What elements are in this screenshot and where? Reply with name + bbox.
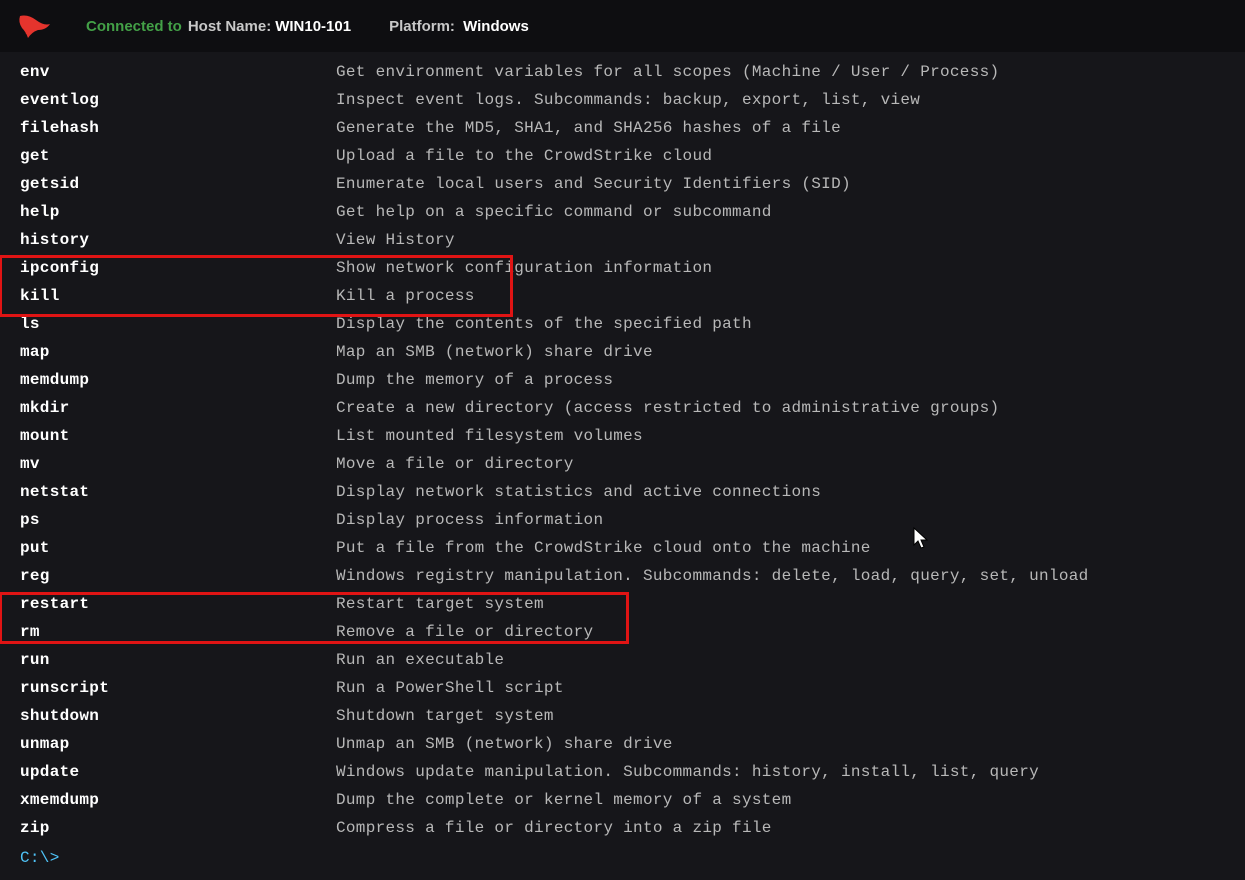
command-name: history: [20, 226, 336, 254]
command-name: runscript: [20, 674, 336, 702]
command-row: xmemdumpDump the complete or kernel memo…: [20, 786, 1245, 814]
command-row: mvMove a file or directory: [20, 450, 1245, 478]
command-name: put: [20, 534, 336, 562]
command-description: Put a file from the CrowdStrike cloud on…: [336, 534, 871, 562]
platform-value: Windows: [463, 18, 529, 35]
command-description: Shutdown target system: [336, 702, 554, 730]
command-row: filehashGenerate the MD5, SHA1, and SHA2…: [20, 114, 1245, 142]
command-row: shutdownShutdown target system: [20, 702, 1245, 730]
command-row: runscriptRun a PowerShell script: [20, 674, 1245, 702]
command-row: historyView History: [20, 226, 1245, 254]
command-description: Remove a file or directory: [336, 618, 593, 646]
command-name: env: [20, 58, 336, 86]
command-row: putPut a file from the CrowdStrike cloud…: [20, 534, 1245, 562]
command-description: Display the contents of the specified pa…: [336, 310, 752, 338]
command-name: getsid: [20, 170, 336, 198]
command-name: unmap: [20, 730, 336, 758]
command-description: Run a PowerShell script: [336, 674, 564, 702]
command-row: unmapUnmap an SMB (network) share drive: [20, 730, 1245, 758]
command-row: memdumpDump the memory of a process: [20, 366, 1245, 394]
command-row: zipCompress a file or directory into a z…: [20, 814, 1245, 842]
command-row: getUpload a file to the CrowdStrike clou…: [20, 142, 1245, 170]
command-description: Kill a process: [336, 282, 475, 310]
command-row: lsDisplay the contents of the specified …: [20, 310, 1245, 338]
command-name: update: [20, 758, 336, 786]
command-row: mkdirCreate a new directory (access rest…: [20, 394, 1245, 422]
command-row: restartRestart target system: [20, 590, 1245, 618]
command-row: psDisplay process information: [20, 506, 1245, 534]
command-description: Get environment variables for all scopes…: [336, 58, 999, 86]
command-name: shutdown: [20, 702, 336, 730]
command-description: Move a file or directory: [336, 450, 574, 478]
command-name: ipconfig: [20, 254, 336, 282]
command-row: eventlogInspect event logs. Subcommands:…: [20, 86, 1245, 114]
connected-status: Connected to: [86, 18, 182, 35]
platform-label: Platform:: [389, 18, 455, 35]
command-description: Dump the complete or kernel memory of a …: [336, 786, 791, 814]
command-name: ps: [20, 506, 336, 534]
command-name: rm: [20, 618, 336, 646]
command-name: memdump: [20, 366, 336, 394]
command-description: Get help on a specific command or subcom…: [336, 198, 772, 226]
command-description: Inspect event logs. Subcommands: backup,…: [336, 86, 920, 114]
command-name: zip: [20, 814, 336, 842]
command-description: Enumerate local users and Security Ident…: [336, 170, 851, 198]
command-description: Show network configuration information: [336, 254, 712, 282]
command-row: runRun an executable: [20, 646, 1245, 674]
command-name: filehash: [20, 114, 336, 142]
command-name: reg: [20, 562, 336, 590]
command-description: Restart target system: [336, 590, 544, 618]
command-row: mapMap an SMB (network) share drive: [20, 338, 1245, 366]
command-description: Map an SMB (network) share drive: [336, 338, 653, 366]
command-name: mkdir: [20, 394, 336, 422]
command-row: rmRemove a file or directory: [20, 618, 1245, 646]
command-row: mountList mounted filesystem volumes: [20, 422, 1245, 450]
command-row: killKill a process: [20, 282, 1245, 310]
host-name-value: WIN10-101: [275, 18, 351, 35]
command-name: mv: [20, 450, 336, 478]
command-row: regWindows registry manipulation. Subcom…: [20, 562, 1245, 590]
connection-header: Connected to Host Name: WIN10-101 Platfo…: [0, 0, 1245, 52]
command-description: Generate the MD5, SHA1, and SHA256 hashe…: [336, 114, 841, 142]
crowdstrike-logo-icon: [18, 12, 52, 40]
command-name: run: [20, 646, 336, 674]
command-name: help: [20, 198, 336, 226]
command-description: Create a new directory (access restricte…: [336, 394, 999, 422]
command-row: envGet environment variables for all sco…: [20, 58, 1245, 86]
command-name: ls: [20, 310, 336, 338]
command-name: restart: [20, 590, 336, 618]
command-row: ipconfigShow network configuration infor…: [20, 254, 1245, 282]
command-description: Upload a file to the CrowdStrike cloud: [336, 142, 712, 170]
command-description: Display process information: [336, 506, 603, 534]
host-name-label: Host Name:: [188, 18, 271, 35]
command-row: updateWindows update manipulation. Subco…: [20, 758, 1245, 786]
command-name: netstat: [20, 478, 336, 506]
terminal-output[interactable]: envGet environment variables for all sco…: [0, 52, 1245, 872]
command-name: mount: [20, 422, 336, 450]
command-name: get: [20, 142, 336, 170]
command-name: eventlog: [20, 86, 336, 114]
command-name: map: [20, 338, 336, 366]
command-description: Dump the memory of a process: [336, 366, 613, 394]
command-row: netstatDisplay network statistics and ac…: [20, 478, 1245, 506]
command-description: Compress a file or directory into a zip …: [336, 814, 772, 842]
command-name: xmemdump: [20, 786, 336, 814]
command-description: View History: [336, 226, 455, 254]
command-description: Display network statistics and active co…: [336, 478, 821, 506]
command-row: getsidEnumerate local users and Security…: [20, 170, 1245, 198]
command-description: List mounted filesystem volumes: [336, 422, 643, 450]
command-row: helpGet help on a specific command or su…: [20, 198, 1245, 226]
command-name: kill: [20, 282, 336, 310]
command-prompt[interactable]: C:\>: [20, 844, 1245, 872]
command-description: Windows update manipulation. Subcommands…: [336, 758, 1039, 786]
command-description: Windows registry manipulation. Subcomman…: [336, 562, 1089, 590]
command-description: Run an executable: [336, 646, 504, 674]
command-description: Unmap an SMB (network) share drive: [336, 730, 673, 758]
